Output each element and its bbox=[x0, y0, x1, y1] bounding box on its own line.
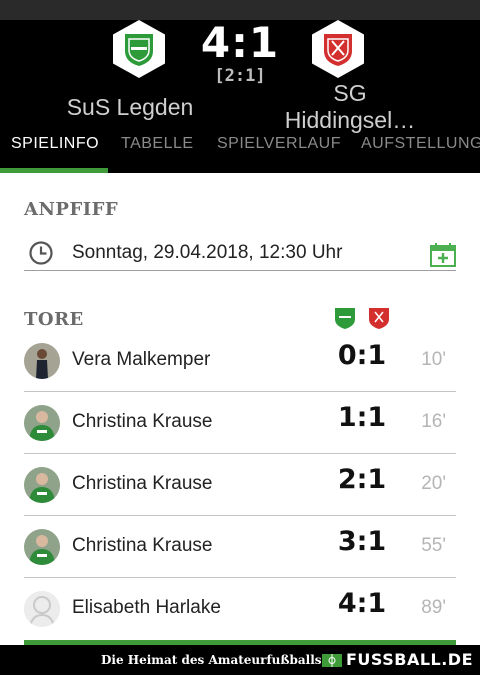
away-goals-column-crest-icon bbox=[369, 308, 389, 329]
sg-hiddingsel-crest-icon bbox=[324, 34, 352, 66]
away-team-crest[interactable] bbox=[312, 20, 364, 78]
goal-minute: 20' bbox=[421, 473, 446, 494]
match-info-panel[interactable]: ANPFIFF Sonntag, 29.04.2018, 12:30 Uhr T… bbox=[0, 173, 480, 645]
fussball-de-logo-icon bbox=[322, 654, 342, 667]
away-team-name-line2: Hiddingsel… bbox=[284, 107, 416, 133]
away-team-name[interactable]: SG Hiddingsel… bbox=[260, 80, 440, 134]
goal-scorer: Christina Krause bbox=[72, 473, 213, 494]
home-team-crest[interactable] bbox=[113, 20, 165, 78]
status-bar bbox=[0, 0, 480, 20]
kickoff-datetime: Sonntag, 29.04.2018, 12:30 Uhr bbox=[72, 242, 343, 263]
goal-row[interactable]: Christina Krause 3:1 55' bbox=[24, 516, 456, 578]
goal-minute: 10' bbox=[421, 349, 446, 370]
tab-bar: SPIELINFO TABELLE SPIELVERLAUF AUFSTELLU… bbox=[0, 133, 480, 173]
goal-row[interactable]: Christina Krause 2:1 20' bbox=[24, 454, 456, 516]
player-avatar bbox=[24, 405, 60, 441]
goal-scorer: Christina Krause bbox=[72, 411, 213, 432]
goal-minute: 16' bbox=[421, 411, 446, 432]
goal-score: 0:1 bbox=[337, 340, 387, 371]
goals-heading: TORE bbox=[24, 309, 84, 330]
calendar-add-icon[interactable] bbox=[430, 243, 456, 267]
footer-slogan: Die Heimat des Amateurfußballs bbox=[101, 653, 322, 667]
player-avatar bbox=[24, 343, 60, 379]
tab-spielverlauf[interactable]: SPIELVERLAUF bbox=[217, 135, 341, 153]
away-team-name-line1: SG bbox=[333, 80, 367, 106]
tab-tabelle[interactable]: TABELLE bbox=[121, 135, 194, 153]
goal-row[interactable]: Vera Malkemper 0:1 10' bbox=[24, 330, 456, 392]
home-team-name[interactable]: SuS Legden bbox=[30, 94, 230, 121]
player-avatar-placeholder bbox=[24, 591, 60, 627]
tab-aufstellung[interactable]: AUFSTELLUNG bbox=[361, 135, 480, 153]
goal-score: 3:1 bbox=[337, 526, 387, 557]
goal-minute: 89' bbox=[421, 597, 446, 618]
kickoff-row: Sonntag, 29.04.2018, 12:30 Uhr bbox=[24, 234, 456, 271]
clock-icon bbox=[29, 241, 53, 265]
kickoff-heading: ANPFIFF bbox=[24, 199, 119, 220]
player-avatar bbox=[24, 529, 60, 565]
goal-scorer: Christina Krause bbox=[72, 535, 213, 556]
goal-row[interactable]: Christina Krause 1:1 16' bbox=[24, 392, 456, 454]
goal-scorer: Elisabeth Harlake bbox=[72, 597, 221, 618]
home-goals-column-crest-icon bbox=[335, 308, 355, 329]
goal-score: 4:1 bbox=[337, 588, 387, 619]
footer-banner[interactable]: Die Heimat des Amateurfußballs FUSSBALL.… bbox=[0, 645, 480, 675]
goal-minute: 55' bbox=[421, 535, 446, 556]
goal-score: 2:1 bbox=[337, 464, 387, 495]
goal-row[interactable]: Elisabeth Harlake 4:1 89' bbox=[24, 578, 456, 640]
final-score: 4:1 bbox=[200, 18, 280, 67]
goal-score: 1:1 bbox=[337, 402, 387, 433]
player-avatar bbox=[24, 467, 60, 503]
sus-legden-crest-icon bbox=[125, 34, 153, 66]
tab-spielinfo[interactable]: SPIELINFO bbox=[11, 135, 99, 153]
goal-scorer: Vera Malkemper bbox=[72, 349, 211, 370]
fussball-de-brand: FUSSBALL.DE bbox=[346, 650, 474, 669]
